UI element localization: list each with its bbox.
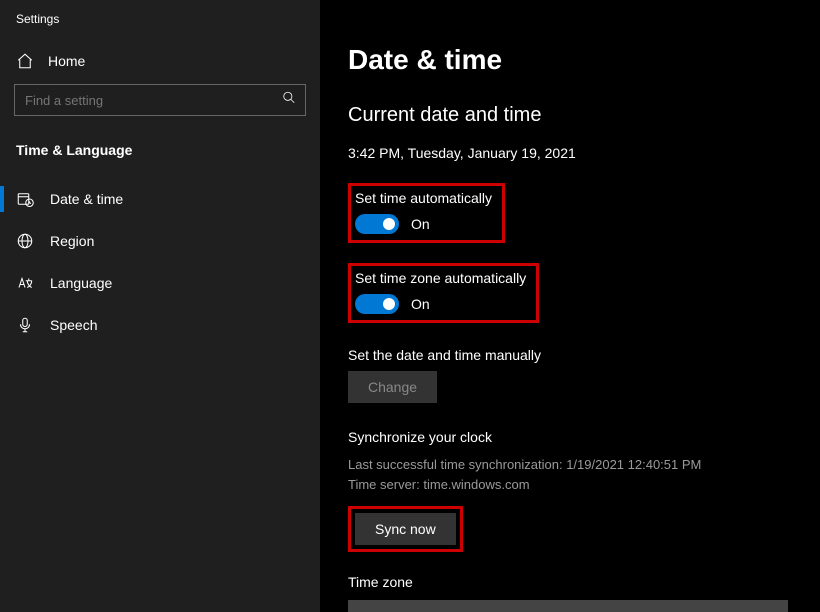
set-time-auto-toggle[interactable] xyxy=(355,214,399,234)
manual-datetime-label: Set the date and time manually xyxy=(348,347,814,363)
search-input[interactable] xyxy=(14,84,306,116)
sync-now-button[interactable]: Sync now xyxy=(355,513,456,545)
set-tz-auto-label: Set time zone automatically xyxy=(355,270,526,286)
set-time-auto-state: On xyxy=(411,216,430,232)
timezone-section: Time zone (UTC+07:00) Bangkok, Hanoi, Ja… xyxy=(348,574,820,612)
set-tz-auto-state: On xyxy=(411,296,430,312)
set-time-auto-block: Set time automatically On xyxy=(348,183,505,243)
sidebar-item-date-time[interactable]: Date & time xyxy=(0,178,320,220)
app-title: Settings xyxy=(0,12,320,46)
sync-section: Synchronize your clock Last successful t… xyxy=(348,429,820,552)
sidebar-item-label: Date & time xyxy=(50,191,123,207)
home-label: Home xyxy=(48,53,85,69)
section-current-datetime: Current date and time xyxy=(348,104,820,127)
sidebar-item-speech[interactable]: Speech xyxy=(0,304,320,346)
sync-info: Last successful time synchronization: 1/… xyxy=(348,455,820,494)
set-tz-auto-block: Set time zone automatically On xyxy=(348,263,539,323)
sync-title: Synchronize your clock xyxy=(348,429,820,445)
search-wrap xyxy=(0,84,320,134)
sync-button-highlight: Sync now xyxy=(348,506,463,552)
sync-last: Last successful time synchronization: 1/… xyxy=(348,455,820,475)
sidebar-item-label: Region xyxy=(50,233,94,249)
set-tz-auto-toggle[interactable] xyxy=(355,294,399,314)
sidebar-item-region[interactable]: Region xyxy=(0,220,320,262)
home-nav[interactable]: Home xyxy=(0,46,320,84)
microphone-icon xyxy=(16,316,34,334)
current-datetime-value: 3:42 PM, Tuesday, January 19, 2021 xyxy=(348,145,820,161)
manual-datetime-block: Set the date and time manually Change xyxy=(348,343,820,407)
main-content: Date & time Current date and time 3:42 P… xyxy=(320,0,820,612)
timezone-label: Time zone xyxy=(348,574,820,590)
sidebar-item-label: Language xyxy=(50,275,112,291)
clock-calendar-icon xyxy=(16,190,34,208)
search-icon xyxy=(282,91,296,110)
sidebar: Settings Home Time & Language Date & tim… xyxy=(0,0,320,612)
globe-icon xyxy=(16,232,34,250)
category-title: Time & Language xyxy=(0,134,320,178)
sidebar-item-language[interactable]: Language xyxy=(0,262,320,304)
timezone-select[interactable]: (UTC+07:00) Bangkok, Hanoi, Jakarta xyxy=(348,600,788,612)
language-icon xyxy=(16,274,34,292)
page-title: Date & time xyxy=(348,44,820,76)
sidebar-item-label: Speech xyxy=(50,317,97,333)
change-button[interactable]: Change xyxy=(348,371,437,403)
sync-server: Time server: time.windows.com xyxy=(348,475,820,495)
home-icon xyxy=(16,52,34,70)
set-time-auto-label: Set time automatically xyxy=(355,190,492,206)
